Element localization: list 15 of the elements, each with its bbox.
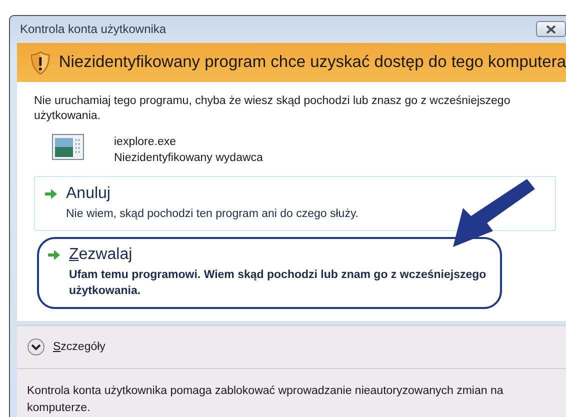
details-toggle[interactable]: Szczegóły <box>27 338 106 356</box>
footer-text: Kontrola konta użytkownika pomaga zablokować wprowadzanie nieautoryzowanych zmian na komputerze. <box>17 369 566 417</box>
arrow-right-icon <box>44 188 58 200</box>
window-title: Kontrola konta użytkownika <box>20 22 166 36</box>
close-button[interactable] <box>536 21 566 38</box>
option-button[interactable]: Zezwalaj Ufam temu programowi. Wiem skąd pochodzi lub znam go z wcześniejszego użytkowania. <box>37 237 502 310</box>
option-button[interactable]: Anuluj Nie wiem, skąd pochodzi ten program ani do czego służy. <box>34 176 556 232</box>
warning-text: Nie uruchamiaj tego programu, chyba że wiesz skąd pochodzi lub znasz go z wcześniejszego użytkowania. <box>34 94 512 124</box>
program-name: iexplore.exe <box>114 135 178 150</box>
arrow-right-icon <box>47 249 61 262</box>
banner-title: Niezidentyfikowany program chce uzyskać dostęp do tego komputera <box>58 53 566 72</box>
close-icon <box>545 24 557 34</box>
chevron-icon <box>27 338 45 356</box>
program-window-icon <box>52 134 84 160</box>
publisher-text: Niezidentyfikowany wydawca <box>114 151 263 166</box>
